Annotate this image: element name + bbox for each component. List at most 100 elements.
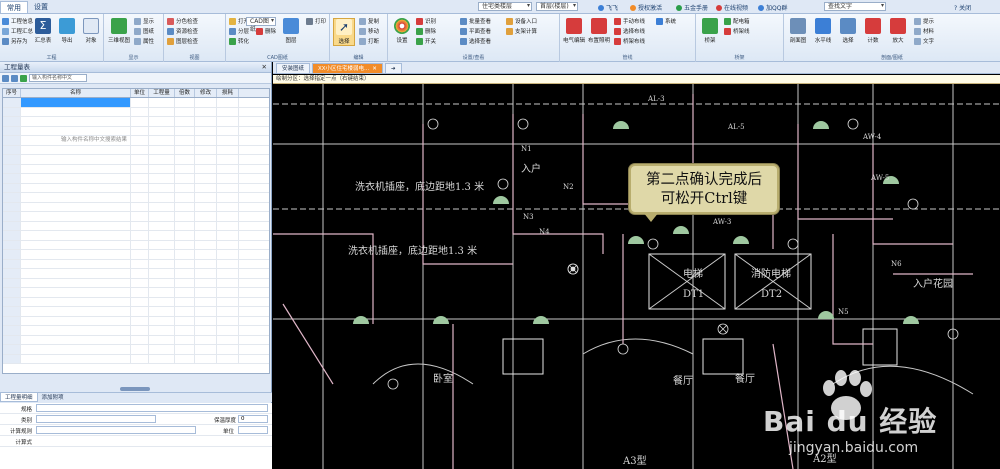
table-row[interactable] bbox=[3, 231, 269, 241]
table-cell[interactable] bbox=[175, 126, 195, 135]
drawing-button[interactable]: 图纸 bbox=[134, 27, 154, 35]
device-entry-button[interactable]: 设备入口 bbox=[506, 17, 537, 25]
table-cell[interactable] bbox=[217, 98, 239, 107]
table-row[interactable] bbox=[3, 155, 269, 165]
insulation-field[interactable]: 0 bbox=[238, 415, 268, 423]
table-cell[interactable] bbox=[3, 288, 21, 297]
remove-button[interactable]: 删除 bbox=[416, 27, 436, 35]
break-button[interactable]: 打断 bbox=[359, 37, 379, 45]
display-button[interactable]: 显示 bbox=[134, 17, 154, 25]
table-cell[interactable] bbox=[217, 345, 239, 354]
table-cell[interactable] bbox=[217, 269, 239, 278]
floor-combo[interactable]: 首层(楼层) bbox=[536, 2, 578, 11]
table-row[interactable] bbox=[3, 193, 269, 203]
table-cell[interactable] bbox=[21, 345, 131, 354]
table-cell[interactable] bbox=[149, 212, 175, 221]
table-cell[interactable] bbox=[217, 212, 239, 221]
quantity-grid[interactable]: 序号 名称 单位 工程量 倍数 修改 损耗 输入构件名称中文搜索结果 bbox=[2, 88, 270, 374]
table-cell[interactable] bbox=[195, 345, 217, 354]
table-cell[interactable] bbox=[21, 202, 131, 211]
search-input[interactable]: 查找文字 bbox=[824, 2, 886, 11]
table-cell[interactable] bbox=[195, 193, 217, 202]
table-cell[interactable] bbox=[21, 316, 131, 325]
table-cell[interactable] bbox=[21, 212, 131, 221]
table-cell[interactable] bbox=[131, 193, 149, 202]
building-combo[interactable]: 住宅类楼层 bbox=[478, 2, 532, 11]
table-row[interactable] bbox=[3, 202, 269, 212]
table-cell[interactable] bbox=[131, 326, 149, 335]
tip-button[interactable]: 提示 bbox=[914, 17, 934, 25]
table-cell[interactable] bbox=[21, 307, 131, 316]
table-cell[interactable] bbox=[131, 155, 149, 164]
table-cell[interactable] bbox=[131, 250, 149, 259]
table-cell[interactable] bbox=[21, 297, 131, 306]
table-cell[interactable] bbox=[131, 307, 149, 316]
dist-box-button[interactable]: 配电箱 bbox=[724, 17, 750, 25]
table-cell[interactable] bbox=[149, 145, 175, 154]
table-cell[interactable] bbox=[131, 297, 149, 306]
table-cell[interactable] bbox=[175, 183, 195, 192]
table-cell[interactable] bbox=[175, 288, 195, 297]
table-cell[interactable] bbox=[131, 126, 149, 135]
table-cell[interactable] bbox=[3, 354, 21, 363]
table-cell[interactable] bbox=[3, 259, 21, 268]
tab-home[interactable]: 常用 bbox=[0, 0, 28, 13]
table-cell[interactable] bbox=[21, 354, 131, 363]
table-cell[interactable] bbox=[131, 117, 149, 126]
table-cell[interactable] bbox=[131, 107, 149, 116]
table-cell[interactable] bbox=[131, 278, 149, 287]
table-row[interactable] bbox=[3, 335, 269, 345]
layer-split-button[interactable]: 分层 bbox=[229, 27, 249, 35]
table-cell[interactable] bbox=[3, 297, 21, 306]
table-cell[interactable] bbox=[149, 316, 175, 325]
table-cell[interactable] bbox=[3, 136, 21, 145]
table-row[interactable] bbox=[3, 345, 269, 355]
table-cell[interactable] bbox=[21, 155, 131, 164]
table-row[interactable] bbox=[3, 183, 269, 193]
table-row[interactable] bbox=[3, 316, 269, 326]
table-cell[interactable] bbox=[149, 269, 175, 278]
table-cell[interactable] bbox=[3, 202, 21, 211]
table-cell[interactable] bbox=[21, 269, 131, 278]
table-cell[interactable] bbox=[195, 107, 217, 116]
table-row[interactable] bbox=[3, 326, 269, 336]
color-check-button[interactable]: 分色检查 bbox=[167, 17, 198, 25]
table-cell[interactable] bbox=[175, 240, 195, 249]
table-cell[interactable] bbox=[3, 126, 21, 135]
table-cell[interactable] bbox=[149, 126, 175, 135]
table-cell[interactable] bbox=[217, 145, 239, 154]
table-cell[interactable] bbox=[175, 345, 195, 354]
plane-view-button[interactable]: 平面查看 bbox=[460, 27, 491, 35]
table-cell[interactable] bbox=[149, 335, 175, 344]
text-button[interactable]: 文字 bbox=[914, 37, 934, 45]
table-cell[interactable] bbox=[195, 145, 217, 154]
table-cell[interactable] bbox=[3, 316, 21, 325]
table-cell[interactable] bbox=[21, 221, 131, 230]
table-cell[interactable] bbox=[195, 164, 217, 173]
table-cell[interactable] bbox=[175, 221, 195, 230]
tab-settings[interactable]: 设置 bbox=[28, 1, 54, 13]
settings-button[interactable]: 设置 bbox=[391, 18, 413, 44]
table-cell[interactable] bbox=[21, 278, 131, 287]
table-cell[interactable] bbox=[131, 212, 149, 221]
table-cell[interactable] bbox=[175, 326, 195, 335]
table-cell[interactable] bbox=[217, 354, 239, 363]
table-row[interactable] bbox=[3, 240, 269, 250]
table-cell[interactable] bbox=[3, 307, 21, 316]
table-row[interactable] bbox=[3, 212, 269, 222]
table-cell[interactable] bbox=[149, 250, 175, 259]
doc-tab-arrow[interactable]: ➜ bbox=[384, 63, 402, 73]
horizontal-line-button[interactable]: 水平线 bbox=[812, 18, 834, 44]
select-view-button[interactable]: 选择查看 bbox=[460, 37, 491, 45]
table-cell[interactable] bbox=[195, 316, 217, 325]
table-row[interactable] bbox=[3, 297, 269, 307]
table-cell[interactable] bbox=[175, 250, 195, 259]
table-cell[interactable] bbox=[149, 155, 175, 164]
table-cell[interactable] bbox=[149, 117, 175, 126]
table-cell[interactable] bbox=[3, 174, 21, 183]
table-cell[interactable] bbox=[195, 240, 217, 249]
close-icon[interactable]: ✕ bbox=[372, 66, 377, 72]
table-cell[interactable] bbox=[195, 335, 217, 344]
spec-field[interactable] bbox=[36, 404, 268, 412]
table-cell[interactable] bbox=[149, 345, 175, 354]
